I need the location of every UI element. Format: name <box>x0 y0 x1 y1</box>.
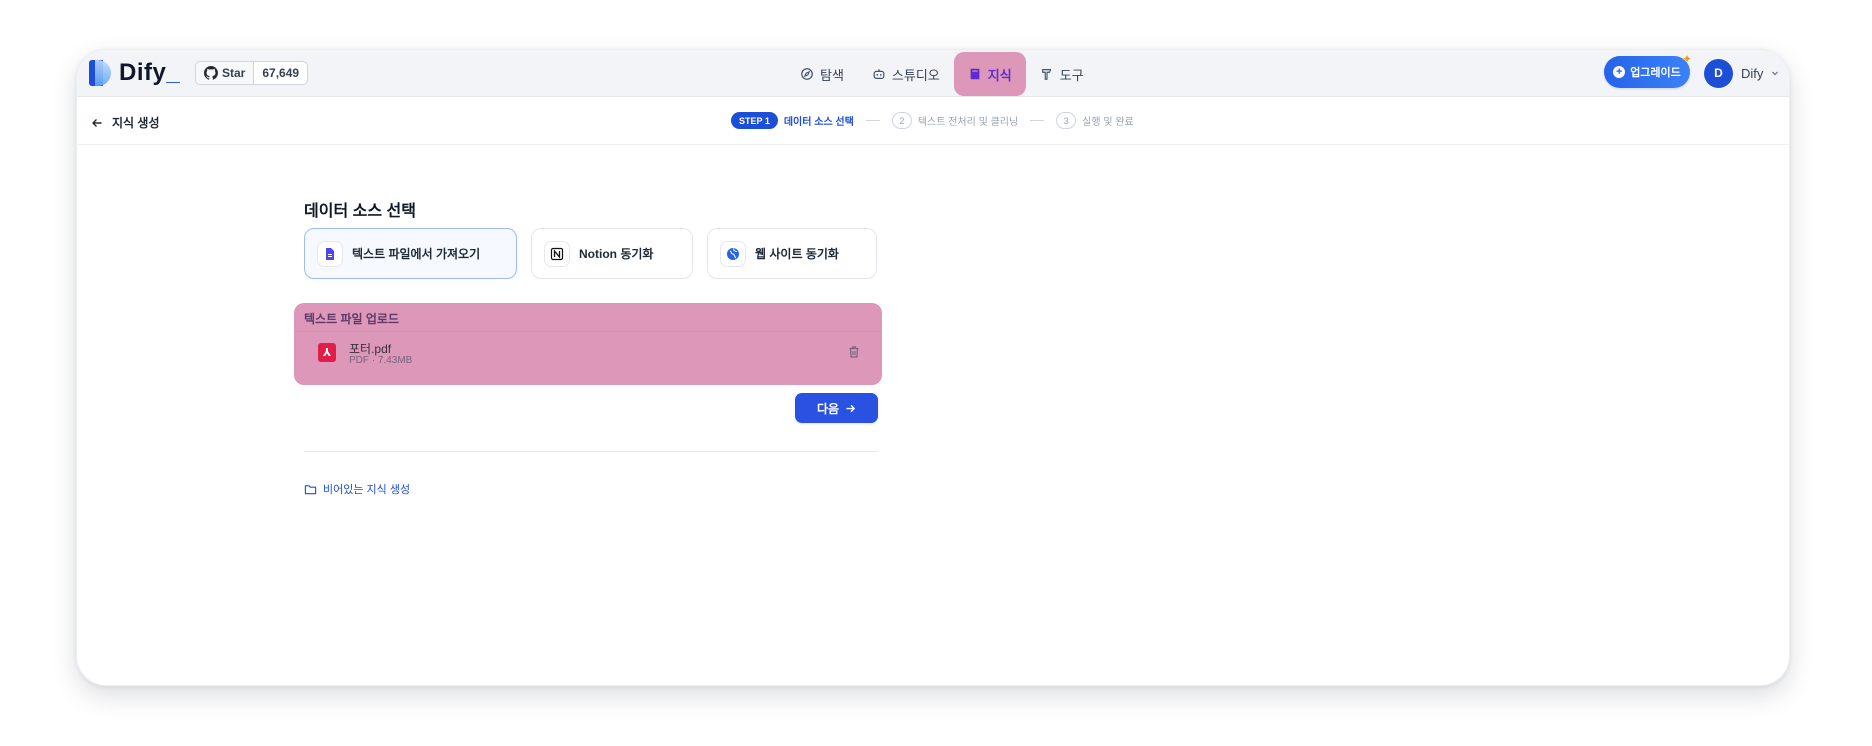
avatar: D <box>1704 58 1733 88</box>
nav-item-tools[interactable]: 도구 <box>1026 56 1098 92</box>
step1-badge: STEP 1 <box>731 112 778 129</box>
account-name: Dify <box>1741 65 1764 81</box>
empty-link-label: 비어있는 지식 생성 <box>323 484 411 496</box>
main-nav: 탐색 스튜디오 지식 도구 <box>786 52 1098 96</box>
step-divider <box>865 120 880 121</box>
dify-logo-text: Dify_ <box>119 59 181 86</box>
upload-title: 텍스트 파일 업로드 <box>304 312 399 326</box>
step-divider <box>1030 120 1045 121</box>
trash-icon[interactable] <box>847 345 861 359</box>
back-button[interactable]: 지식 생성 <box>91 114 160 131</box>
page-title: 데이터 소스 선택 <box>304 203 416 220</box>
github-star-count[interactable]: 67,649 <box>254 66 307 80</box>
top-navigation-bar: Dify_ Star 67,649 탐색 스튜디오 지식 도구 + 업그레이드 … <box>77 50 1789 97</box>
source-option-label: 텍스트 파일에서 가져오기 <box>352 247 481 261</box>
create-empty-knowledge-link[interactable]: 비어있는 지식 생성 <box>304 481 410 497</box>
step3-number: 3 <box>1056 112 1077 129</box>
upgrade-button[interactable]: + 업그레이드 ✦ <box>1604 52 1692 88</box>
github-star-widget[interactable]: Star 67,649 <box>195 61 309 85</box>
github-icon <box>204 66 218 80</box>
book-icon <box>970 68 980 80</box>
dify-logo[interactable]: Dify_ <box>89 59 180 87</box>
sparkle-icon: ✦ <box>1681 52 1692 66</box>
step1-label: 데이터 소스 선택 <box>783 117 854 128</box>
step2-number: 2 <box>891 112 912 129</box>
plus-circle-icon: + <box>1613 66 1626 78</box>
upgrade-label: 업그레이드 <box>1630 67 1681 79</box>
back-label: 지식 생성 <box>112 116 160 130</box>
nav-item-label: 지식 <box>987 67 1012 83</box>
nav-item-studio[interactable]: 스튜디오 <box>858 56 954 92</box>
arrow-left-icon <box>92 118 102 127</box>
section-divider <box>304 451 878 452</box>
file-meta: PDF · 7.43MB <box>349 355 413 366</box>
github-star-button[interactable]: Star <box>196 62 255 84</box>
source-option-label: 웹 사이트 동기화 <box>755 247 839 261</box>
upload-divider <box>294 331 882 332</box>
file-upload-panel: 텍스트 파일 업로드 ⅄ 포터.pdf PDF · 7.43MB <box>294 303 882 385</box>
dify-logo-mark <box>89 60 111 86</box>
step3-label: 실행 및 완료 <box>1082 117 1134 128</box>
robot-icon <box>873 69 885 79</box>
arrow-right-icon <box>846 404 856 412</box>
chevron-down-icon <box>1772 71 1779 76</box>
document-icon <box>317 240 343 267</box>
github-star-label: Star <box>222 66 246 80</box>
source-option-text-file[interactable]: 텍스트 파일에서 가져오기 <box>304 228 517 279</box>
hammer-icon <box>1041 69 1051 80</box>
nav-item-label: 도구 <box>1059 67 1084 83</box>
next-button[interactable]: 다음 <box>795 393 878 423</box>
step-indicator: STEP 1 데이터 소스 선택 2 텍스트 전처리 및 클리닝 3 실행 및 … <box>731 112 1134 129</box>
source-option-notion[interactable]: Notion 동기화 <box>531 228 693 279</box>
account-menu[interactable]: D Dify <box>1704 58 1779 88</box>
nav-item-explore[interactable]: 탐색 <box>786 56 858 92</box>
nav-item-label: 탐색 <box>820 67 844 83</box>
source-option-label: Notion 동기화 <box>579 247 654 261</box>
compass-icon <box>801 68 813 80</box>
nav-item-label: 스튜디오 <box>891 67 940 83</box>
next-label: 다음 <box>816 401 840 416</box>
notion-icon <box>544 240 570 267</box>
step-bar: 지식 생성 STEP 1 데이터 소스 선택 2 텍스트 전처리 및 클리닝 3… <box>77 98 1789 145</box>
nav-item-knowledge[interactable]: 지식 <box>953 52 1026 96</box>
folder-icon <box>304 484 317 494</box>
step2-label: 텍스트 전처리 및 클리닝 <box>917 117 1019 128</box>
source-option-website[interactable]: 웹 사이트 동기화 <box>707 228 877 279</box>
pdf-file-icon: ⅄ <box>318 343 336 362</box>
globe-icon <box>720 240 746 267</box>
app-window: Dify_ Star 67,649 탐색 스튜디오 지식 도구 + 업그레이드 … <box>76 49 1790 686</box>
